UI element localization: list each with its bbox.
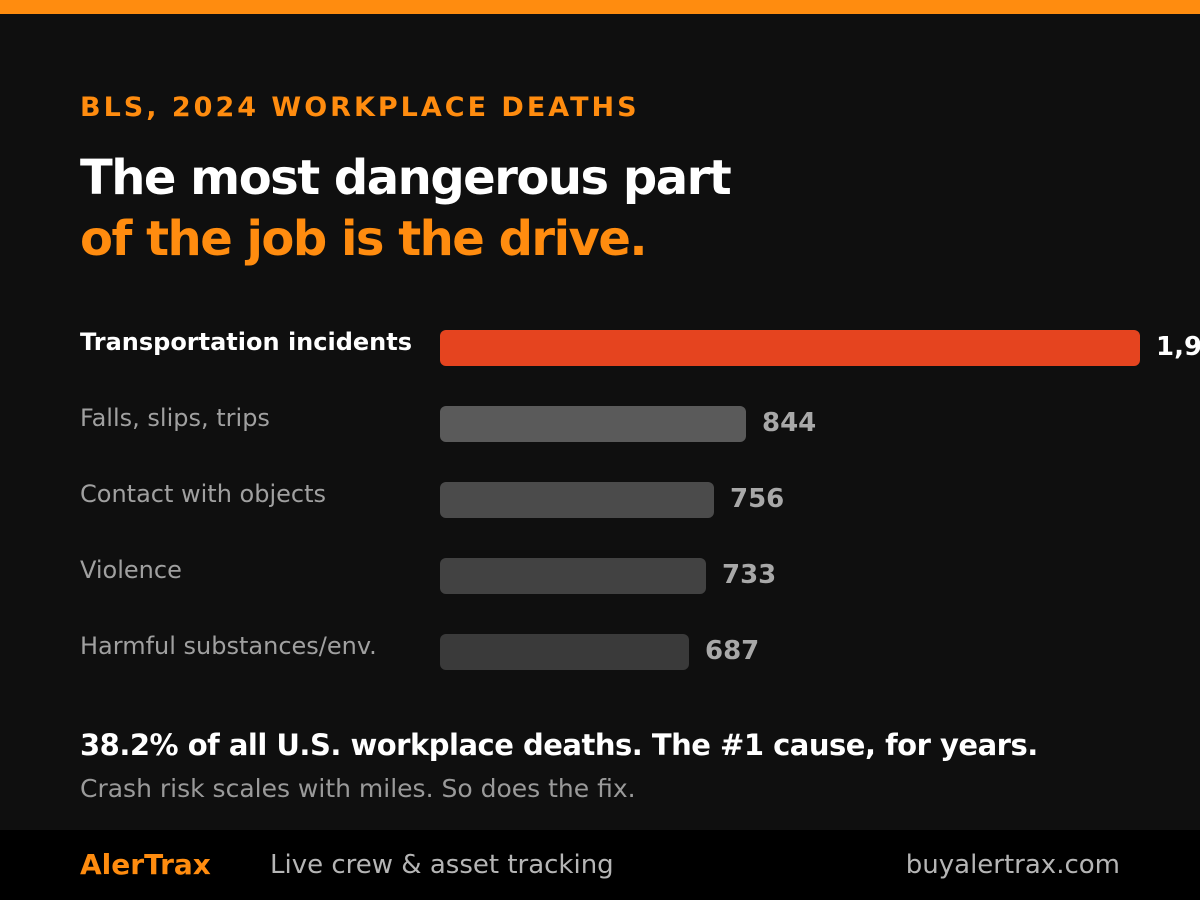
- footer: AlerTrax Live crew & asset tracking buya…: [0, 830, 1200, 900]
- accent-top-bar: [0, 0, 1200, 14]
- chart-row: Falls, slips, trips 844: [0, 386, 1200, 446]
- category-label: Falls, slips, trips: [80, 404, 270, 432]
- category-label: Transportation incidents: [80, 328, 413, 356]
- headline-line-2: of the job is the drive.: [80, 211, 648, 267]
- category-label: Violence: [80, 556, 182, 584]
- bar: [440, 558, 706, 594]
- infographic-page: BLS, 2024 WORKPLACE DEATHS The most dang…: [0, 0, 1200, 900]
- value-label: 1,930: [1156, 332, 1200, 362]
- chart-row: Harmful substances/env. 687: [0, 614, 1200, 674]
- headline-line-1: The most dangerous part: [80, 150, 732, 206]
- bar-chart: Transportation incidents 1,930 Falls, slip…: [0, 310, 1200, 690]
- bar: [440, 634, 689, 670]
- bar: [440, 330, 1140, 366]
- chart-row: Transportation incidents 1,930: [0, 310, 1200, 370]
- kicker-label: BLS, 2024 WORKPLACE DEATHS: [80, 92, 640, 123]
- brand-logo: AlerTrax: [80, 848, 211, 881]
- website-link[interactable]: buyalertrax.com: [906, 850, 1120, 880]
- value-label: 844: [762, 408, 817, 438]
- bar: [440, 482, 714, 518]
- category-label: Harmful substances/env.: [80, 632, 377, 660]
- category-label: Contact with objects: [80, 480, 327, 508]
- subnote: Crash risk scales with miles. So does th…: [80, 774, 636, 803]
- chart-row: Contact with objects 756: [0, 462, 1200, 522]
- bar: [440, 406, 746, 442]
- headline: The most dangerous part of the job is th…: [80, 148, 732, 270]
- footer-tagline: Live crew & asset tracking: [270, 850, 614, 880]
- chart-row: Violence 733: [0, 538, 1200, 598]
- value-label: 687: [705, 636, 760, 666]
- value-label: 733: [722, 560, 777, 590]
- value-label: 756: [730, 484, 785, 514]
- summary-statement: 38.2% of all U.S. workplace deaths. The …: [80, 728, 1038, 762]
